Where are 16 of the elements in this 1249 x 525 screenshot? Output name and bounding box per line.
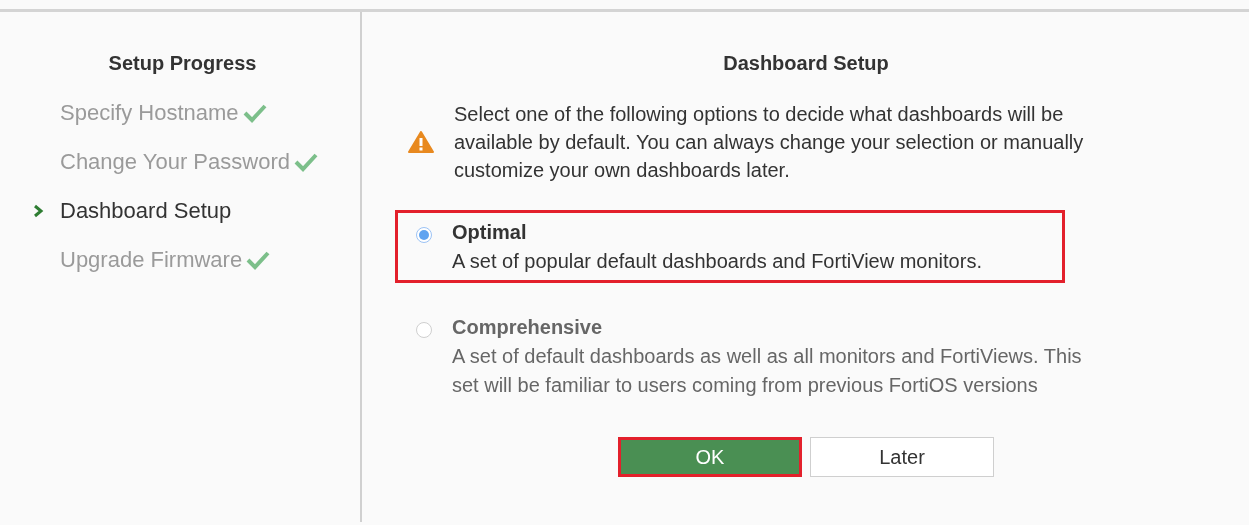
- step-label: Dashboard Setup: [60, 197, 232, 225]
- option-label: Optimal: [452, 220, 528, 245]
- notice-text: Select one of the following options to decide what dashboards will be available by default. You can always change your selection or manually customize your own dashboards later.: [454, 102, 1085, 183]
- option-description: A set of default dashboards as well as all monitors and FortiViews. This set will be familiar to users coming from previous FortiOS versions: [452, 344, 1083, 398]
- step-label: Change Your Password: [60, 148, 290, 176]
- option-label: Comprehensive: [452, 315, 604, 340]
- radio-button[interactable]: [416, 322, 432, 338]
- panel-title: Dashboard Setup: [722, 51, 890, 76]
- step-label: Specify Hostname: [60, 99, 239, 127]
- warning-icon: [408, 131, 434, 153]
- later-button[interactable]: Later: [810, 437, 994, 477]
- option-description: A set of popular default dashboards and FortiView monitors.: [452, 249, 983, 274]
- step-label: Upgrade Firmware: [60, 246, 243, 274]
- radio-button[interactable]: [416, 227, 432, 243]
- sidebar-title: Setup Progress: [107, 51, 258, 76]
- ok-button[interactable]: OK: [618, 437, 802, 477]
